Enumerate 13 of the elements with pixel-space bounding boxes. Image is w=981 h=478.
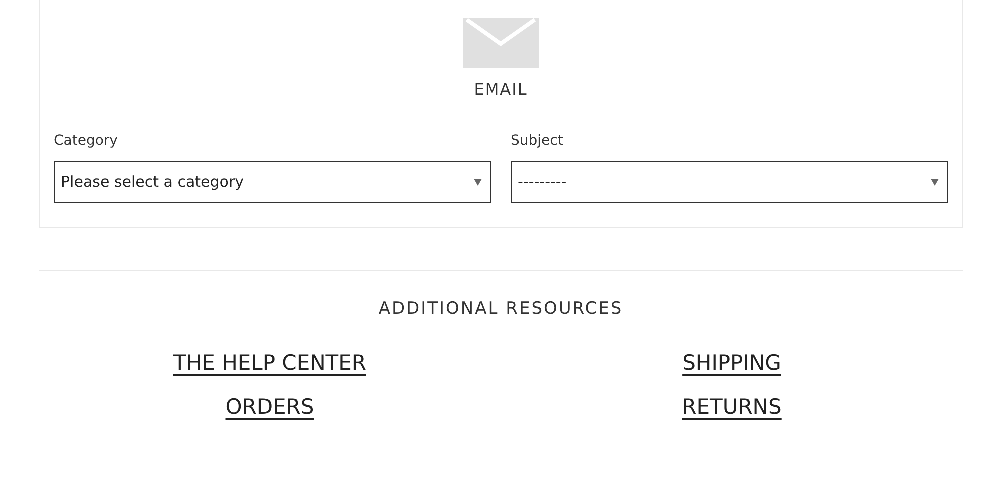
resource-link[interactable]: RETURNS [682,395,782,419]
envelope-icon [463,18,539,68]
field-label: Subject [511,133,564,149]
resource-link[interactable]: ORDERS [226,395,314,419]
caret-icon [931,178,939,186]
dropdown-field[interactable]: --------- [511,161,948,203]
dropdown-field[interactable]: Please select a category [54,161,491,203]
section-heading: ADDITIONAL RESOURCES [378,299,624,319]
contact-method-title: EMAIL [474,80,528,99]
field-label: Category [54,133,119,149]
caret-icon [474,178,482,186]
resource-link[interactable]: SHIPPING [682,351,782,375]
resource-link[interactable]: THE HELP CENTER [174,351,366,375]
